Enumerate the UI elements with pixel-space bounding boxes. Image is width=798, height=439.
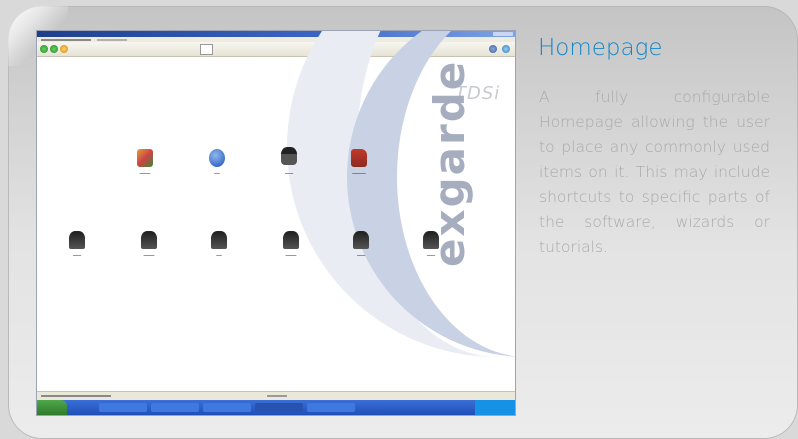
shortcut-label: ▁▁ — [214, 170, 220, 174]
shortcut-label: ▁▁▁▁ — [139, 170, 151, 174]
book-icon[interactable] — [351, 149, 367, 167]
feature-description: A fully configurable Homepage allowing t… — [539, 88, 770, 256]
person-icon[interactable] — [283, 231, 299, 249]
toolbar-field — [200, 44, 213, 55]
person-icon[interactable] — [211, 231, 227, 249]
status-text-blur — [41, 395, 111, 397]
taskbar-item — [307, 403, 355, 412]
shortcut-label: ▁▁▁ — [72, 252, 82, 256]
system-tray — [475, 400, 515, 415]
taskbar-item — [99, 403, 147, 412]
refresh-icon — [60, 45, 68, 53]
person-icon[interactable] — [423, 231, 439, 249]
info-icon[interactable] — [209, 149, 225, 167]
menu-items-blur — [97, 39, 127, 41]
start-button — [37, 400, 67, 415]
status-text-blur — [267, 395, 287, 397]
shortcut-label: ▁▁▁ — [284, 170, 294, 174]
person-icon[interactable] — [69, 231, 85, 249]
shortcut-label: ▁▁▁▁▁ — [352, 170, 366, 174]
shortcut-label: ▁▁▁▁ — [285, 252, 297, 256]
menu-items-blur — [41, 39, 91, 41]
taskbar-item — [255, 403, 303, 412]
forward-icon — [50, 45, 58, 53]
shortcut-label: ▁▁ — [216, 252, 222, 256]
taskbar-item — [151, 403, 199, 412]
person-icon[interactable] — [353, 231, 369, 249]
shortcut-label: ▁▁▁▁ — [143, 252, 155, 256]
shortcut-label: ▁▁▁ — [356, 252, 366, 256]
taskbar-item — [203, 403, 251, 412]
taskbar — [37, 400, 515, 415]
back-icon — [40, 45, 48, 53]
shortcut-label: ▁▁▁ — [426, 252, 436, 256]
user-icon[interactable] — [281, 147, 297, 165]
feature-heading: Homepage — [538, 35, 663, 61]
software-screenshot: TDSi exgarde ▁▁▁▁ ▁▁ ▁▁▁ ▁▁▁▁▁ ▁▁▁ ▁▁▁▁ … — [37, 31, 515, 415]
homepage-content: TDSi exgarde ▁▁▁▁ ▁▁ ▁▁▁ ▁▁▁▁▁ ▁▁▁ ▁▁▁▁ … — [37, 31, 515, 402]
cube-icon[interactable] — [137, 149, 153, 167]
person-icon[interactable] — [141, 231, 157, 249]
